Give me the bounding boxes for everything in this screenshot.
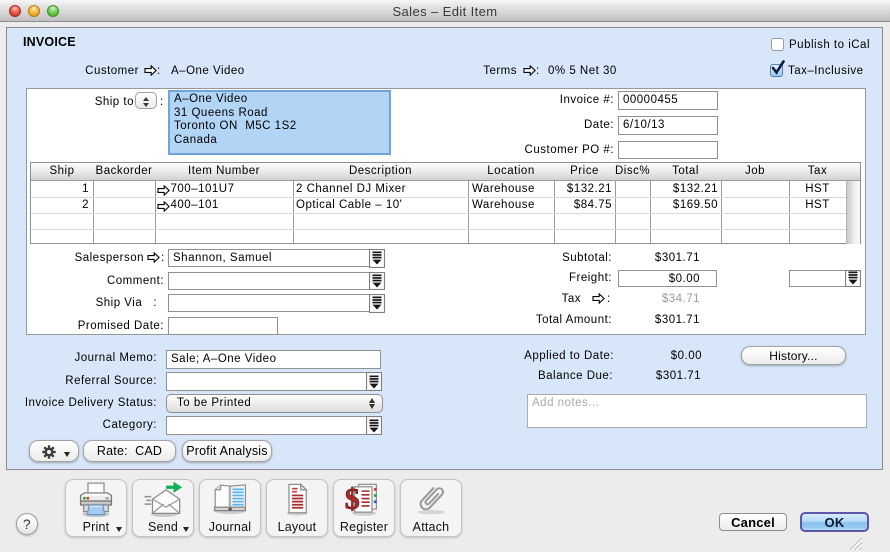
- svg-text:$: $: [345, 483, 360, 515]
